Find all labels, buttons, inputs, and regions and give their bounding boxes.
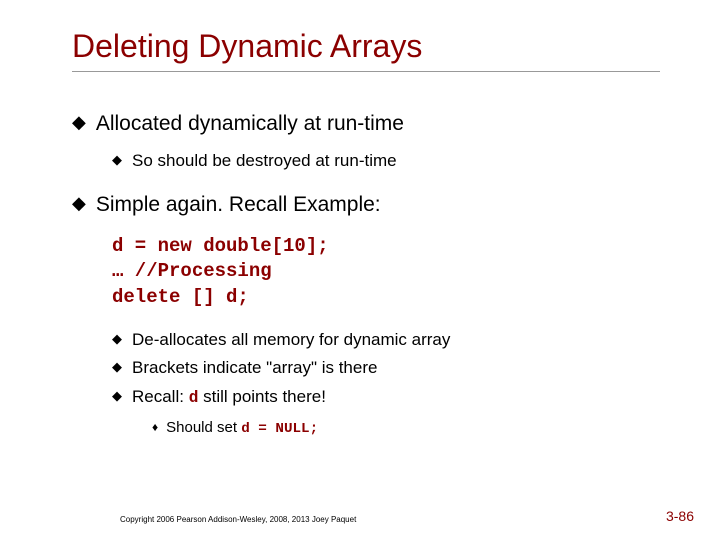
- bullet-2-text: Simple again. Recall Example:: [96, 191, 381, 219]
- sub-item-2-0: ◆ De-allocates all memory for dynamic ar…: [112, 329, 660, 352]
- sub-sub-text: Should set d = NULL;: [166, 418, 318, 439]
- diamond-icon: ◆: [112, 386, 122, 406]
- sub-item-1-0: ◆ So should be destroyed at run-time: [112, 150, 660, 173]
- bullet-1-text: Allocated dynamically at run-time: [96, 110, 404, 138]
- sub-item-2-2: ◆ Recall: d still points there! ♦ Should…: [112, 386, 660, 439]
- diamond-icon: ♦: [152, 418, 158, 436]
- sub-sub-item: ♦ Should set d = NULL;: [152, 418, 660, 439]
- page-number: 3-86: [666, 508, 694, 524]
- slide-title: Deleting Dynamic Arrays: [72, 28, 660, 72]
- sub-sub-code: d = NULL;: [241, 421, 318, 437]
- diamond-icon: ◆: [112, 150, 122, 170]
- bullet-list: ◆ Allocated dynamically at run-time ◆ So…: [72, 110, 660, 439]
- sub-2-2-post: still points there!: [198, 387, 326, 406]
- diamond-icon: ◆: [72, 110, 86, 135]
- sub-2-2-code: d: [189, 389, 199, 407]
- sub-2-2-text: Recall: d still points there!: [132, 386, 326, 410]
- sub-2-2-pre: Recall:: [132, 387, 189, 406]
- sub-2-0-text: De-allocates all memory for dynamic arra…: [132, 329, 450, 352]
- copyright-footer: Copyright 2006 Pearson Addison-Wesley, 2…: [120, 515, 356, 524]
- sub-2-1-text: Brackets indicate "array" is there: [132, 357, 377, 380]
- code-block: d = new double[10]; … //Processing delet…: [112, 234, 660, 311]
- diamond-icon: ◆: [112, 329, 122, 349]
- sub-1-0-text: So should be destroyed at run-time: [132, 150, 397, 173]
- diamond-icon: ◆: [72, 191, 86, 216]
- bullet-item-2: ◆ Simple again. Recall Example: d = new …: [72, 191, 660, 439]
- sub-sub-pre: Should set: [166, 419, 241, 436]
- sub-list-2: ◆ De-allocates all memory for dynamic ar…: [72, 329, 660, 440]
- sub-sub-list: ♦ Should set d = NULL;: [112, 418, 660, 439]
- diamond-icon: ◆: [112, 357, 122, 377]
- slide-content: Deleting Dynamic Arrays ◆ Allocated dyna…: [0, 0, 720, 439]
- sub-item-2-1: ◆ Brackets indicate "array" is there: [112, 357, 660, 380]
- sub-list-1: ◆ So should be destroyed at run-time: [72, 150, 660, 173]
- bullet-item-1: ◆ Allocated dynamically at run-time ◆ So…: [72, 110, 660, 173]
